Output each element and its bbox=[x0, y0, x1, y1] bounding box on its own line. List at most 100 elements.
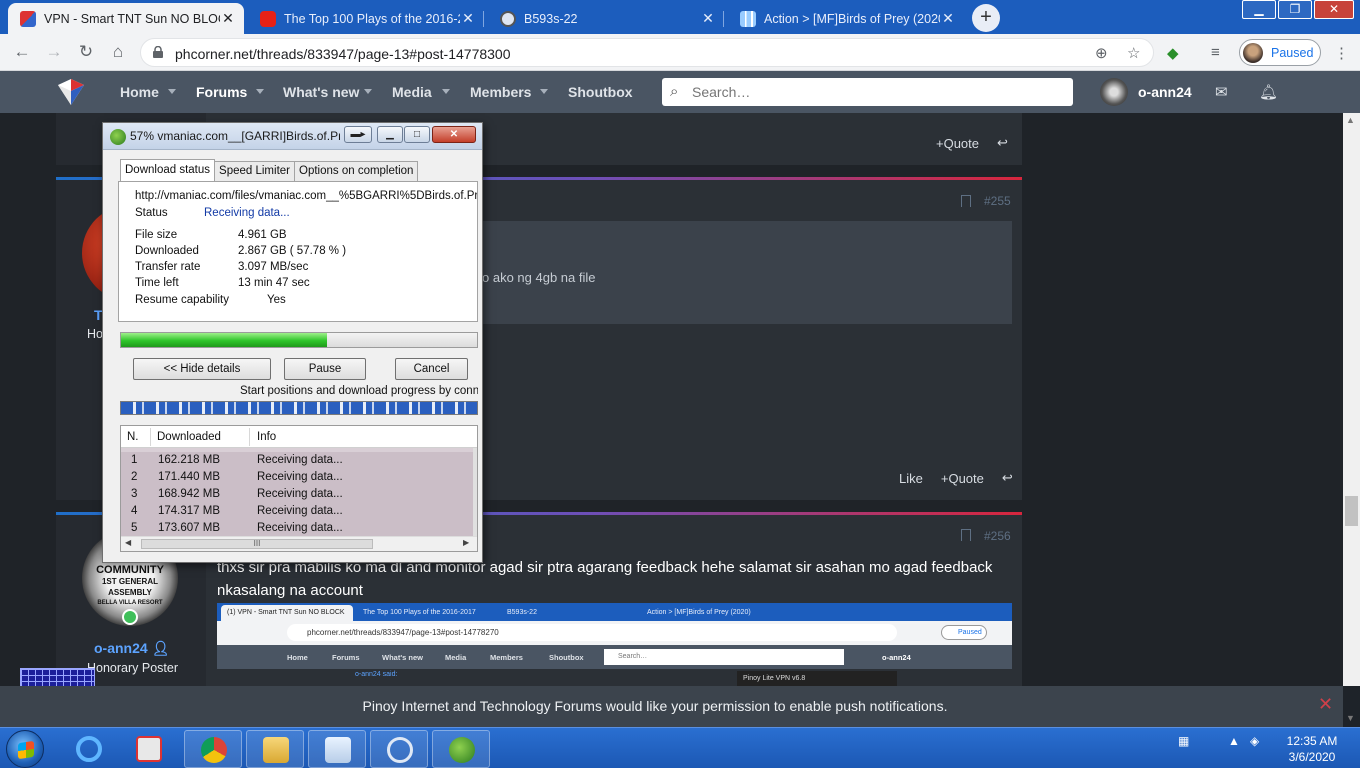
taskbar-idm[interactable] bbox=[432, 730, 490, 768]
bookmark-icon[interactable] bbox=[961, 195, 971, 207]
browser-menu-icon[interactable]: ⋮ bbox=[1334, 44, 1349, 62]
nav-home-dropdown-icon[interactable] bbox=[168, 89, 176, 94]
account-menu[interactable]: o-ann24 bbox=[1100, 78, 1192, 106]
network-signal-icon[interactable]: ▦ bbox=[1178, 734, 1189, 748]
scroll-down-arrow-icon[interactable]: ▼ bbox=[1346, 713, 1355, 723]
scroll-right-arrow-icon[interactable]: ▶ bbox=[463, 538, 469, 547]
column-header-n[interactable]: N. bbox=[127, 431, 139, 443]
connections-info-label: Start positions and download progress by… bbox=[240, 385, 478, 397]
list-item[interactable]: 4 174.317 MB Receiving data... bbox=[121, 503, 477, 520]
connections-list[interactable]: N. Downloaded Info 1 162.218 MB Receivin… bbox=[120, 425, 478, 552]
pause-button[interactable]: Pause bbox=[284, 358, 366, 380]
reload-icon[interactable]: ↻ bbox=[76, 42, 96, 62]
add-bookmark-plus-icon[interactable]: ⊕ bbox=[1095, 44, 1108, 62]
star-icon[interactable]: ☆ bbox=[1127, 44, 1140, 62]
page-scrollbar[interactable]: ▲ ▼ bbox=[1343, 113, 1360, 723]
nav-whats-new[interactable]: What's new bbox=[283, 84, 359, 100]
taskbar-clock[interactable]: 12:35 AM 3/6/2020 bbox=[1280, 733, 1344, 765]
nav-shoutbox[interactable]: Shoutbox bbox=[568, 84, 633, 100]
bookmark-icon[interactable] bbox=[961, 529, 971, 541]
idm-close-button[interactable]: ✕ bbox=[432, 126, 476, 143]
nav-members-dropdown-icon[interactable] bbox=[540, 89, 548, 94]
close-tab-icon[interactable]: ✕ bbox=[460, 10, 476, 27]
like-button[interactable]: Like bbox=[899, 471, 923, 486]
list-scroll-thumb[interactable]: III bbox=[141, 539, 373, 549]
list-item[interactable]: 1 162.218 MB Receiving data... bbox=[121, 452, 477, 469]
close-tab-icon[interactable]: ✕ bbox=[700, 10, 716, 27]
reply-arrow-icon[interactable]: ↩ bbox=[997, 135, 1008, 151]
site-search-input[interactable] bbox=[692, 82, 1062, 102]
nav-members[interactable]: Members bbox=[470, 84, 531, 100]
window-controls: ▁ ❐ ✕ bbox=[1242, 0, 1354, 19]
site-search-box[interactable]: ⌕ bbox=[662, 78, 1073, 106]
reading-list-icon[interactable]: ≡ bbox=[1211, 44, 1220, 61]
quote-button[interactable]: +Quote bbox=[941, 471, 984, 486]
forward-arrow-icon[interactable]: → bbox=[44, 42, 64, 62]
column-header-info[interactable]: Info bbox=[257, 431, 276, 443]
address-bar[interactable]: phcorner.net/threads/833947/page-13#post… bbox=[140, 38, 1154, 67]
browser-tab-b593[interactable]: B593s-22 ✕ bbox=[488, 3, 724, 34]
nav-whats-new-dropdown-icon[interactable] bbox=[364, 89, 372, 94]
idm-minimize-button[interactable]: ▁ bbox=[377, 126, 403, 143]
reply-arrow-icon[interactable]: ↩ bbox=[1002, 470, 1013, 486]
nav-forums[interactable]: Forums bbox=[196, 84, 247, 100]
scroll-left-arrow-icon[interactable]: ◀ bbox=[125, 538, 131, 547]
taskbar-file-explorer[interactable] bbox=[246, 730, 304, 768]
phcorner-logo-icon[interactable] bbox=[56, 77, 86, 107]
close-notification-icon[interactable]: ✕ bbox=[1318, 694, 1333, 715]
list-item[interactable]: 5 173.607 MB Receiving data... bbox=[121, 520, 477, 537]
idm-title-bar[interactable]: 57% vmaniac.com__[GARRI]Birds.of.Pr... ▬… bbox=[103, 123, 482, 150]
taskbar-app[interactable] bbox=[370, 730, 428, 768]
close-tab-icon[interactable]: ✕ bbox=[940, 10, 956, 27]
user-avatar bbox=[1100, 78, 1128, 106]
taskbar-chrome[interactable] bbox=[184, 730, 242, 768]
taskbar-notepad[interactable] bbox=[308, 730, 366, 768]
quote-button[interactable]: +Quote bbox=[936, 136, 979, 151]
idm-tabs: Download status Speed Limiter Options on… bbox=[120, 159, 419, 181]
cancel-button[interactable]: Cancel bbox=[395, 358, 468, 380]
close-window-button[interactable]: ✕ bbox=[1314, 0, 1354, 19]
browser-tab-youtube[interactable]: The Top 100 Plays of the 2016-2017 ✕ bbox=[248, 3, 484, 34]
list-item[interactable]: 2 171.440 MB Receiving data... bbox=[121, 469, 477, 486]
back-arrow-icon[interactable]: ← bbox=[12, 42, 32, 62]
show-hidden-icons-arrow-icon[interactable]: ▲ bbox=[1228, 734, 1240, 748]
idm-tray-icon[interactable]: ◈ bbox=[1250, 734, 1259, 748]
alerts-bell-icon[interactable]: 🔔︎ bbox=[1259, 83, 1278, 101]
close-tab-icon[interactable]: ✕ bbox=[220, 10, 236, 27]
hide-details-button[interactable]: << Hide details bbox=[133, 358, 271, 380]
nav-home[interactable]: Home bbox=[120, 84, 159, 100]
profile-paused-button[interactable]: Paused bbox=[1239, 39, 1321, 66]
minimize-window-button[interactable]: ▁ bbox=[1242, 0, 1276, 19]
connection-segments-bar bbox=[120, 401, 478, 415]
idm-maximize-button[interactable]: □ bbox=[404, 126, 430, 143]
list-item[interactable]: 3 168.942 MB Receiving data... bbox=[121, 486, 477, 503]
post-256-author[interactable]: o-ann24 👤︎ bbox=[94, 640, 169, 657]
triangle-app-icon bbox=[387, 737, 413, 763]
new-tab-button[interactable]: + bbox=[972, 4, 1000, 32]
browser-tab-birds-of-prey[interactable]: Action > [MF]Birds of Prey (2020) ✕ bbox=[728, 3, 964, 34]
list-vertical-scrollbar[interactable] bbox=[473, 448, 477, 538]
idm-extension-icon[interactable]: ◆ bbox=[1167, 44, 1179, 62]
taskbar-internet-explorer[interactable] bbox=[60, 730, 118, 768]
download-url: http://vmaniac.com/files/vmaniac.com__%5… bbox=[135, 190, 477, 202]
inbox-envelope-icon[interactable]: ✉ bbox=[1215, 83, 1228, 101]
nav-media-dropdown-icon[interactable] bbox=[442, 89, 450, 94]
post-256-attached-screenshot[interactable]: (1) VPN - Smart TNT Sun NO BLOCK The Top… bbox=[217, 603, 1012, 686]
restore-window-button[interactable]: ❐ bbox=[1278, 0, 1312, 19]
nav-forums-dropdown-icon[interactable] bbox=[256, 89, 264, 94]
idm-tray-button[interactable]: ▬▸ bbox=[344, 126, 372, 143]
tab-speed-limiter[interactable]: Speed Limiter bbox=[214, 161, 295, 181]
tab-options-on-completion[interactable]: Options on completion bbox=[294, 161, 419, 181]
scroll-up-arrow-icon[interactable]: ▲ bbox=[1346, 115, 1355, 125]
home-icon[interactable]: ⌂ bbox=[108, 42, 128, 62]
taskbar-media-player[interactable] bbox=[120, 730, 178, 768]
nav-media[interactable]: Media bbox=[392, 84, 432, 100]
tab-download-status[interactable]: Download status bbox=[120, 159, 216, 181]
start-button[interactable] bbox=[6, 730, 44, 768]
post-256-number[interactable]: #256 bbox=[984, 529, 1011, 543]
browser-tab-vpn[interactable]: VPN - Smart TNT Sun NO BLOCK ✕ bbox=[8, 3, 244, 34]
list-horizontal-scrollbar[interactable]: ◀ III ▶ bbox=[121, 536, 477, 551]
post-255-number[interactable]: #255 bbox=[984, 194, 1011, 208]
page-scroll-thumb[interactable] bbox=[1345, 496, 1358, 526]
column-header-downloaded[interactable]: Downloaded bbox=[157, 431, 221, 443]
